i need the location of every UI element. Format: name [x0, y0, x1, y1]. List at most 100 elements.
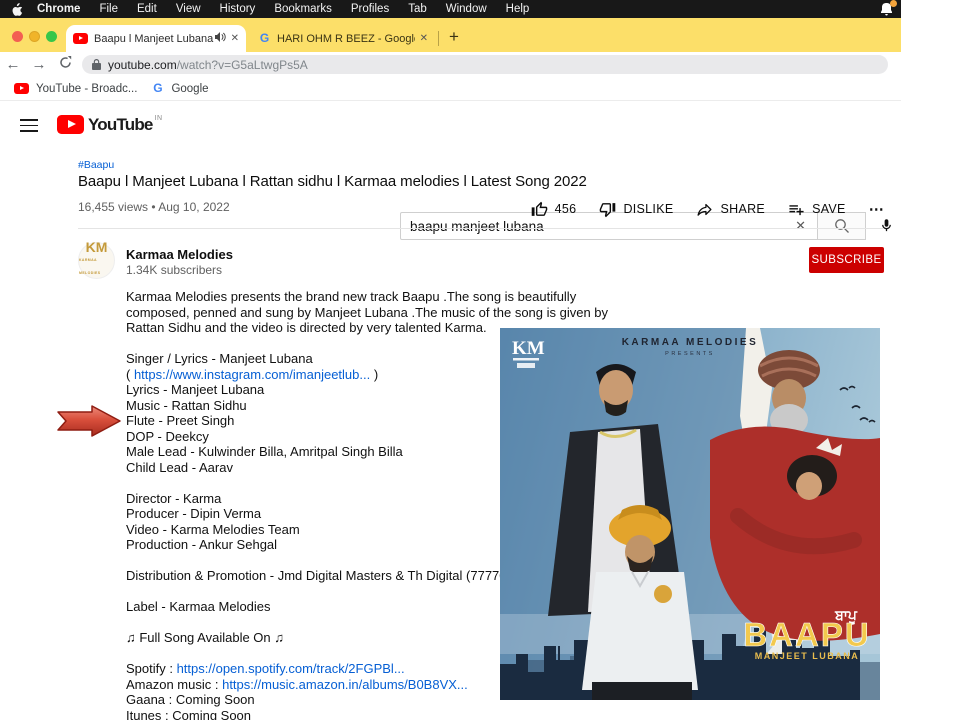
video-hashtag-link[interactable]: #Baapu: [78, 159, 114, 171]
save-label: SAVE: [812, 202, 846, 216]
chrome-tabstrip: Baapu l Manjeet Lubana l R ✕ G HARI OHM …: [0, 18, 901, 52]
macos-menubar: Chrome File Edit View History Bookmarks …: [0, 0, 901, 18]
tab-separator: [438, 31, 439, 46]
thumb-up-icon: [531, 201, 548, 218]
youtube-play-icon: [57, 115, 84, 134]
hamburger-menu-icon[interactable]: [20, 119, 38, 132]
menubar-item-edit[interactable]: Edit: [137, 3, 157, 15]
description-link[interactable]: https://music.amazon.in/albums/B0B8VX...: [222, 677, 468, 692]
speaker-icon[interactable]: [215, 32, 226, 45]
apple-logo-icon[interactable]: [12, 3, 23, 16]
tab-title: HARI OHM R BEEZ - Google Se: [277, 33, 415, 45]
more-actions-button[interactable]: ⋯: [869, 200, 884, 218]
channel-name[interactable]: Karmaa Melodies: [126, 247, 233, 262]
notification-dot: [890, 0, 897, 7]
new-tab-button[interactable]: +: [443, 27, 465, 47]
avatar-subtext: KARMAA MELODIES: [79, 254, 114, 280]
youtube-country-code: IN: [155, 115, 163, 122]
close-tab-icon[interactable]: ✕: [420, 33, 428, 44]
menubar-item-history[interactable]: History: [220, 3, 256, 15]
video-actions: 456 DISLIKE SHARE SAVE ⋯: [560, 196, 884, 222]
bookmark-label: Google: [171, 83, 208, 95]
menubar-item-window[interactable]: Window: [446, 3, 487, 15]
description-text: Flute - Preet Singh: [126, 413, 234, 428]
forward-icon[interactable]: →: [26, 56, 52, 73]
description-text: Lyrics - Manjeet Lubana: [126, 382, 264, 397]
video-title: Baapu l Manjeet Lubana l Rattan sidhu l …: [78, 173, 638, 190]
bell-icon[interactable]: [879, 2, 895, 16]
menubar-item-chrome[interactable]: Chrome: [37, 3, 80, 15]
subscribe-button[interactable]: SUBSCRIBE: [809, 247, 884, 273]
channel-subscribers: 1.34K subscribers: [126, 263, 222, 277]
zoom-window-button[interactable]: [46, 31, 57, 42]
lock-icon[interactable]: [92, 59, 101, 70]
description-text: Video - Karma Melodies Team: [126, 522, 300, 537]
google-favicon: G: [258, 32, 271, 45]
poster-presents-text: PRESENTS: [665, 351, 715, 357]
menubar-item-file[interactable]: File: [99, 3, 118, 15]
description-link[interactable]: https://www.instagram.com/imanjeetlub...: [134, 367, 370, 382]
youtube-favicon: [73, 33, 88, 44]
menubar-item-help[interactable]: Help: [506, 3, 530, 15]
poster-brand-text: KARMAA MELODIES: [622, 337, 759, 348]
google-favicon: G: [151, 82, 164, 95]
description-text: Male Lead - Kulwinder Billa, Amritpal Si…: [126, 444, 403, 459]
description-text: ): [370, 367, 378, 382]
screenshot: Chrome File Edit View History Bookmarks …: [0, 0, 960, 720]
menubar-item-bookmarks[interactable]: Bookmarks: [274, 3, 332, 15]
channel-avatar[interactable]: KM KARMAA MELODIES: [78, 242, 115, 279]
description-text: Music - Rattan Sidhu: [126, 398, 247, 413]
menubar-item-view[interactable]: View: [176, 3, 201, 15]
description-text: Child Lead - Aarav: [126, 460, 233, 475]
url-domain: youtube.com: [108, 58, 177, 72]
description-link[interactable]: https://open.spotify.com/track/2FGPBl...: [177, 661, 405, 676]
description-text: Spotify :: [126, 661, 177, 676]
bookmark-label: YouTube - Broadc...: [36, 83, 137, 95]
like-button[interactable]: 456: [531, 201, 577, 218]
description-text: Director - Karma: [126, 491, 221, 506]
red-arrow-annotation: [57, 405, 121, 437]
bookmark-youtube[interactable]: YouTube - Broadc...: [14, 83, 137, 95]
like-count: 456: [555, 202, 577, 216]
share-icon: [696, 201, 713, 218]
dislike-button[interactable]: DISLIKE: [599, 201, 673, 218]
close-tab-icon[interactable]: ✕: [231, 33, 239, 44]
tab-youtube-video[interactable]: Baapu l Manjeet Lubana l R ✕: [66, 25, 246, 52]
close-window-button[interactable]: [12, 31, 23, 42]
tab-google-search[interactable]: G HARI OHM R BEEZ - Google Se ✕: [252, 25, 434, 52]
poster-artist-text: MANJEET LUBANA: [755, 651, 860, 661]
description-text: Production - Ankur Sehgal: [126, 537, 277, 552]
share-button[interactable]: SHARE: [696, 201, 765, 218]
save-button[interactable]: SAVE: [788, 201, 846, 218]
menubar-item-tab[interactable]: Tab: [408, 3, 427, 15]
description-text: DOP - Deekcy: [126, 429, 209, 444]
minimize-window-button[interactable]: [29, 31, 40, 42]
description-text: Distribution & Promotion - Jmd Digital M…: [126, 568, 547, 583]
description-line: Itunes : Coming Soon: [126, 708, 610, 720]
youtube-favicon: [14, 83, 29, 94]
address-bar[interactable]: youtube.com/watch?v=G5aLtwgPs5A: [82, 55, 888, 74]
bookmarks-bar: YouTube - Broadc... G Google: [0, 77, 901, 101]
tab-title: Baapu l Manjeet Lubana l R: [94, 33, 215, 45]
back-icon[interactable]: ←: [0, 56, 26, 73]
description-text: (: [126, 367, 134, 382]
poster-title-text: BAAPU: [743, 616, 870, 653]
menubar-item-profiles[interactable]: Profiles: [351, 3, 389, 15]
description-text: ♫ Full Song Available On ♫: [126, 630, 284, 645]
youtube-logo[interactable]: YouTube IN: [57, 115, 163, 134]
youtube-masthead: YouTube IN baapu manjeet lubana ✕: [0, 101, 901, 149]
description-text: Amazon music :: [126, 677, 222, 692]
avatar-monogram: KM: [86, 241, 108, 254]
bookmark-google[interactable]: G Google: [151, 82, 208, 95]
chrome-toolbar: ← → youtube.com/watch?v=G5aLtwgPs5A: [0, 52, 901, 77]
song-poster-image[interactable]: KARMAA MELODIES PRESENTS KM ਬਾਪੂ BAAPU M…: [500, 328, 880, 700]
youtube-wordmark: YouTube: [88, 115, 153, 134]
thumb-down-icon: [599, 201, 616, 218]
description-text: Label - Karmaa Melodies: [126, 599, 271, 614]
dislike-label: DISLIKE: [623, 202, 673, 216]
description-text: Gaana : Coming Soon: [126, 692, 255, 707]
reload-icon[interactable]: [52, 56, 78, 73]
share-label: SHARE: [720, 202, 765, 216]
description-text: Producer - Dipin Verma: [126, 506, 261, 521]
description-text: Itunes : Coming Soon: [126, 708, 251, 720]
